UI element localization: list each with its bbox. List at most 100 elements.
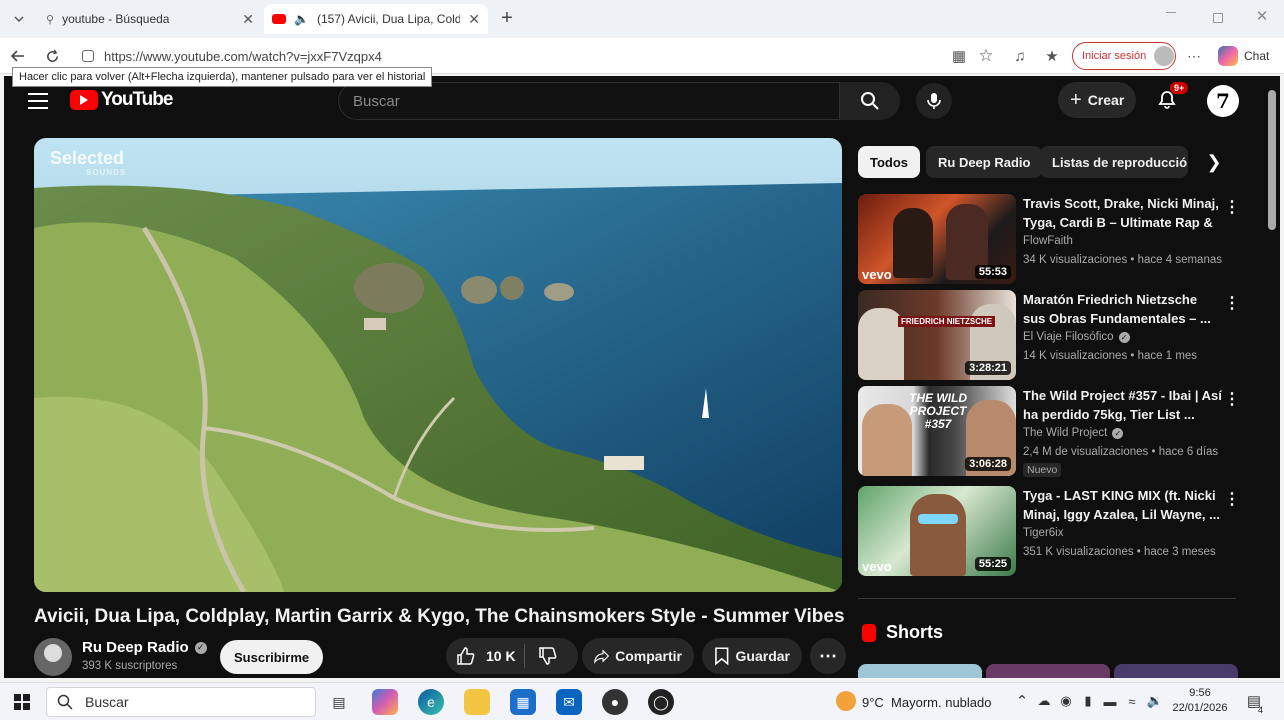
chip-next-chevron-icon[interactable]: ❯ [1200,148,1228,176]
copilot-chat-button[interactable]: Chat [1218,45,1280,67]
recommended-video-title[interactable]: The Wild Project #357 - Ibai | Así ha pe… [1023,386,1223,424]
share-button[interactable]: Compartir [582,638,694,674]
windows-start-icon[interactable] [14,694,30,710]
short-thumbnail[interactable] [1114,664,1238,678]
signin-button[interactable]: Iniciar sesión [1072,42,1176,70]
browser-tab-bar: ⚲ youtube - Búsqueda ✕ 🔈 (157) Avicii, D… [0,0,1284,38]
youtube-logo[interactable]: YouTube [70,89,173,111]
speaker-icon[interactable]: 🔈 [294,12,309,26]
youtube-logo-text: YouTube [101,89,173,110]
task-view-icon[interactable]: ▤ [326,689,352,715]
voice-search-button[interactable] [916,83,952,119]
chip-all[interactable]: Todos [858,146,921,178]
like-count: 10 K [486,648,516,664]
page-scrollbar[interactable] [1268,90,1276,230]
search-icon: ⚲ [46,13,55,26]
tab-actions-chevron-icon[interactable] [8,8,30,30]
media-control-icon[interactable]: ♫ [1010,46,1030,66]
video-player[interactable]: Selected SOUNDS [34,138,842,592]
subscribe-button[interactable]: Suscribirme [220,640,324,674]
restore-icon[interactable] [1213,13,1223,23]
close-tab-icon[interactable]: ✕ [242,11,254,28]
show-hidden-icons-icon[interactable]: ⌃ [1014,693,1030,710]
dislike-button[interactable] [536,644,560,668]
back-arrow-icon[interactable] [8,46,28,66]
more-menu-icon[interactable]: ⋯ [1184,46,1204,66]
close-tab-icon[interactable]: ✕ [468,11,480,28]
wifi-icon[interactable]: ≈ [1124,693,1140,709]
chip-channel[interactable]: Ru Deep Radio [926,146,1043,178]
recommended-video-title[interactable]: Tyga - LAST KING MIX (ft. Nicki Minaj, I… [1023,486,1223,524]
bookmark-icon [715,647,729,666]
user-avatar[interactable]: 7 [1207,85,1239,117]
short-thumbnail[interactable] [858,664,982,678]
search-placeholder: Buscar [353,92,400,110]
network-icon[interactable]: ◉ [1058,693,1074,709]
taskbar-search-box[interactable]: Buscar [46,687,316,717]
clock-time: 9:56 [1189,687,1211,699]
new-tab-icon[interactable]: + [496,7,518,29]
recommended-channel-row[interactable]: El Viaje Filosófico ✓ [1023,331,1130,343]
minimize-icon[interactable] [1166,12,1176,13]
recommended-video-title[interactable]: Maratón Friedrich Nietzsche sus Obras Fu… [1023,290,1223,328]
microsoft-store-icon[interactable]: ▦ [510,689,536,715]
more-options-icon[interactable]: ⋮ [1224,197,1240,217]
more-options-icon[interactable]: ⋮ [1224,489,1240,509]
more-actions-icon[interactable]: ⋯ [810,638,846,674]
site-info-icon[interactable] [82,50,94,62]
short-thumbnail[interactable] [986,664,1110,678]
favorite-star-icon[interactable]: ☆ [976,46,996,66]
channel-name-row[interactable]: Ru Deep Radio ✓ [82,639,207,656]
onedrive-icon[interactable]: ☁ [1036,693,1052,709]
battery-icon[interactable]: ▬ [1102,693,1118,709]
verified-badge-icon: ✓ [1118,331,1130,343]
weather-icon[interactable] [836,691,856,711]
volume-icon[interactable]: 🔉 [1146,693,1164,709]
recommended-channel[interactable]: FlowFaith [1023,235,1073,247]
hamburger-menu-icon[interactable] [28,92,48,109]
reload-icon[interactable] [42,46,62,66]
app-icon[interactable]: ◯ [648,689,674,715]
tab-search[interactable]: ⚲ youtube - Búsqueda ✕ [38,4,262,34]
weather-text[interactable]: 9°C Mayorm. nublado [862,695,991,710]
favorites-icon[interactable]: ★ [1042,46,1062,66]
back-button-tooltip: Hacer clic para volver (Alt+Flecha izqui… [12,67,433,87]
recommended-channel-row[interactable]: The Wild Project ✓ [1023,427,1124,439]
clock[interactable]: 9:56 22/01/2026 [1172,686,1228,716]
youtube-favicon-icon [272,14,286,24]
recommended-channel[interactable]: Tiger6ix [1023,527,1063,539]
create-button[interactable]: + Crear [1058,82,1137,118]
chip-playlists[interactable]: Listas de reproducción [1040,146,1188,178]
thumbs-up-icon [457,647,475,665]
video-thumbnail[interactable]: vevo 55:53 [858,194,1016,284]
file-explorer-icon[interactable] [464,689,490,715]
copilot-taskbar-icon[interactable] [372,689,398,715]
search-button[interactable] [840,82,900,120]
chat-label: Chat [1244,49,1270,63]
recommended-video[interactable]: vevo 55:53 Travis Scott, Drake, Nicki Mi… [858,194,1258,286]
microphone-tray-icon[interactable]: ▮ [1080,693,1096,709]
outlook-icon[interactable]: ✉ [556,689,582,715]
like-button[interactable]: 10 K [456,646,516,666]
recommended-video[interactable]: FRIEDRICH NIETZSCHE 3:28:21 Maratón Frie… [858,290,1258,382]
media-app-icon[interactable]: ● [602,689,628,715]
youtube-search-input[interactable]: Buscar [338,82,840,120]
video-thumbnail[interactable]: vevo 55:25 [858,486,1016,576]
notifications-bell-icon[interactable]: 9+ [1156,82,1189,112]
recommended-video[interactable]: THE WILD PROJECT #357 3:06:28 The Wild P… [858,386,1258,478]
more-options-icon[interactable]: ⋮ [1224,389,1240,409]
recommended-video-title[interactable]: Travis Scott, Drake, Nicki Minaj, Tyga, … [1023,194,1223,232]
url-field[interactable]: https://www.youtube.com/watch?v=jxxF7Vzq… [72,42,1002,70]
channel-avatar[interactable] [34,638,72,676]
save-button[interactable]: Guardar [702,638,802,674]
edge-browser-icon[interactable]: e [418,689,444,715]
app-available-icon[interactable]: ▦ [950,47,968,65]
more-options-icon[interactable]: ⋮ [1224,293,1240,313]
video-title: Avicii, Dua Lipa, Coldplay, Martin Garri… [34,606,844,627]
video-thumbnail[interactable]: FRIEDRICH NIETZSCHE 3:28:21 [858,290,1016,380]
recommended-video[interactable]: vevo 55:25 Tyga - LAST KING MIX (ft. Nic… [858,486,1258,578]
search-icon [861,92,879,110]
video-thumbnail[interactable]: THE WILD PROJECT #357 3:06:28 [858,386,1016,476]
close-window-icon[interactable]: ✕ [1254,8,1270,25]
tab-youtube[interactable]: 🔈 (157) Avicii, Dua Lipa, Coldpla ✕ [264,4,488,34]
